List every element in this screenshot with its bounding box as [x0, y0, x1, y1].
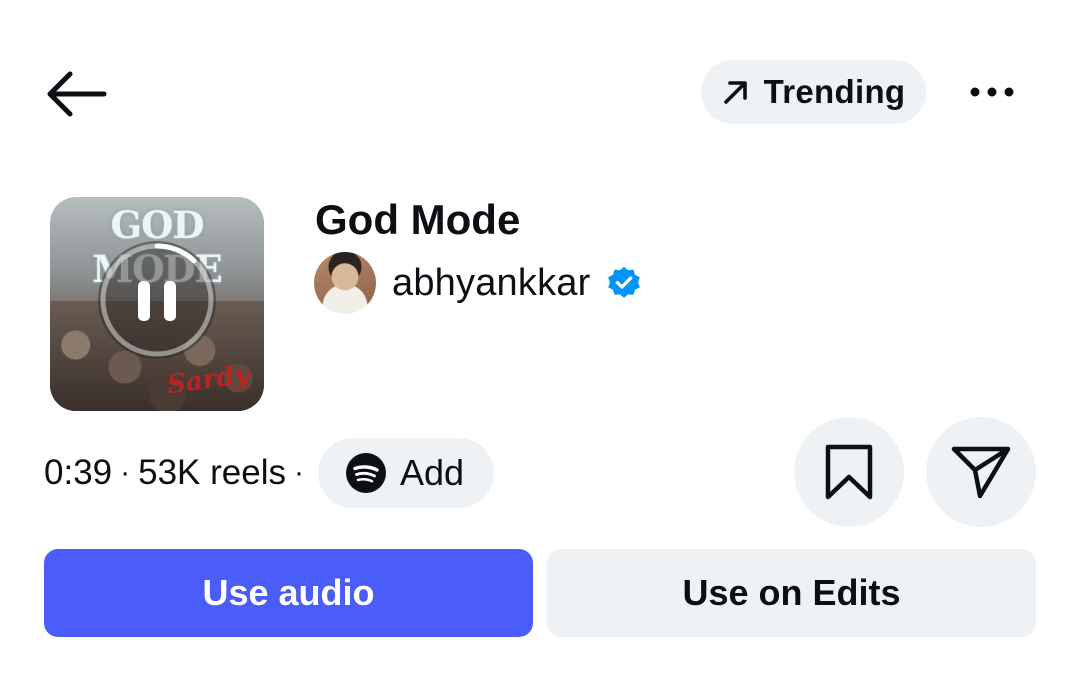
- pause-icon: [138, 281, 176, 321]
- arrow-left-icon: [47, 71, 107, 117]
- audio-duration: 0:39: [44, 453, 113, 492]
- more-horizontal-icon: [970, 87, 1014, 97]
- send-icon: [951, 446, 1011, 499]
- artist-avatar[interactable]: [314, 252, 376, 314]
- artist-link[interactable]: abhyankkar: [314, 252, 642, 314]
- spotify-add-button[interactable]: Add: [318, 438, 495, 508]
- use-audio-label: Use audio: [202, 572, 375, 613]
- use-on-edits-button[interactable]: Use on Edits: [547, 549, 1036, 637]
- meta-separator: ·: [294, 456, 304, 489]
- verified-badge-icon: [606, 265, 642, 301]
- more-options-button[interactable]: [958, 68, 1026, 116]
- audio-meta-row: 0:39 · 53K reels · Add: [44, 438, 495, 508]
- use-audio-button[interactable]: Use audio: [44, 549, 533, 637]
- spotify-add-label: Add: [400, 452, 465, 493]
- trending-button[interactable]: Trending: [701, 60, 926, 124]
- playback-progress-ring: [100, 243, 214, 357]
- back-button[interactable]: [36, 62, 116, 126]
- spotify-icon: [346, 453, 386, 493]
- pause-button[interactable]: [98, 241, 216, 359]
- song-title: God Mode: [315, 196, 521, 243]
- use-on-edits-label: Use on Edits: [682, 572, 901, 613]
- arrow-up-right-icon: [723, 81, 747, 104]
- artist-name[interactable]: abhyankkar: [392, 262, 590, 305]
- share-audio-button[interactable]: [926, 417, 1036, 527]
- trending-label: Trending: [763, 73, 906, 110]
- reels-count[interactable]: 53K reels: [138, 453, 286, 493]
- album-art[interactable]: GOD MODE Sardy: [50, 197, 264, 411]
- save-audio-button[interactable]: [794, 417, 904, 527]
- bookmark-icon: [825, 444, 873, 500]
- meta-separator: ·: [120, 456, 131, 489]
